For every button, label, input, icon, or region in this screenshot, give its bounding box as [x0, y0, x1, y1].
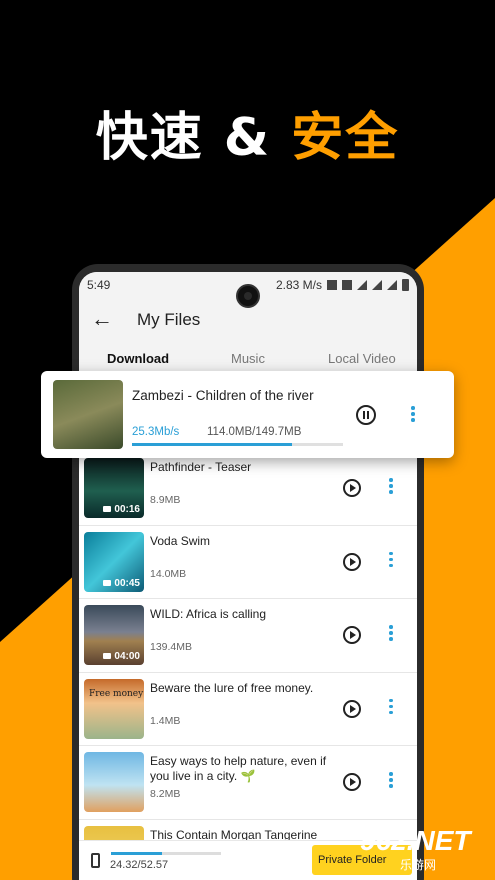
file-size: 8.9MB: [150, 494, 181, 506]
play-icon[interactable]: [343, 552, 361, 571]
video-thumbnail: [53, 380, 123, 449]
tab-download[interactable]: Download: [107, 351, 169, 366]
headline: 快速 & 安全: [0, 95, 495, 170]
active-download-card[interactable]: Zambezi - Children of the river 25.3Mb/s…: [41, 371, 454, 458]
signal-2-icon: [387, 280, 397, 290]
status-speed: 2.83 M/s: [275, 278, 322, 292]
thumbnail-text: Free money: [89, 688, 144, 699]
file-title: WILD: Africa is calling: [150, 607, 267, 621]
file-size: 8.2MB: [150, 788, 181, 800]
phone-storage-icon: [91, 853, 100, 868]
headline-orange-text: 安全: [291, 108, 400, 168]
status-time: 5:49: [87, 278, 111, 292]
tab-music[interactable]: Music: [231, 351, 265, 366]
wifi-icon: [357, 280, 367, 290]
file-size: 1.4MB: [150, 714, 181, 727]
file-list: 00:16 Pathfinder - Teaser 8.9MB 00:45 Vo…: [79, 452, 417, 880]
list-item[interactable]: 00:45 Voda Swim 14.0MB: [79, 526, 417, 599]
play-icon[interactable]: [343, 479, 361, 497]
duration-badge: 00:16: [103, 504, 140, 515]
duration-badge: 00:45: [103, 578, 140, 589]
more-vert-icon[interactable]: [409, 406, 417, 426]
nfc-icon: [327, 280, 337, 290]
file-title: Beware the lure of free money.: [150, 680, 314, 695]
more-vert-icon[interactable]: [387, 625, 395, 645]
more-vert-icon[interactable]: [387, 551, 395, 572]
play-icon[interactable]: [343, 773, 361, 791]
tab-bar: Download Music Local Video: [79, 342, 417, 374]
video-thumbnail: Free money: [84, 678, 144, 739]
storage-bar: [111, 852, 221, 855]
list-item[interactable]: Free money Beware the lure of free money…: [79, 673, 417, 746]
download-progress-bar: [132, 443, 343, 446]
tab-local-video[interactable]: Local Video: [328, 351, 396, 366]
download-title: Zambezi - Children of the river: [132, 388, 314, 403]
video-thumbnail: [84, 752, 144, 812]
file-title: Pathfinder - Teaser: [150, 460, 252, 474]
watermark: 962.NET 乐游网: [360, 826, 492, 880]
more-vert-icon[interactable]: [387, 478, 395, 498]
storage-text: 24.32/52.57: [110, 859, 169, 871]
list-item[interactable]: 04:00 WILD: Africa is calling 139.4MB: [79, 599, 417, 673]
mute-icon: [342, 280, 352, 290]
video-thumbnail: 00:16: [84, 458, 144, 518]
video-thumbnail: 00:45: [84, 531, 144, 592]
more-vert-icon[interactable]: [387, 772, 395, 792]
camera-icon: [236, 284, 260, 308]
play-icon[interactable]: [343, 699, 361, 718]
download-speed: 25.3Mb/s: [132, 426, 180, 438]
duration-badge: 04:00: [103, 651, 140, 662]
phone-screen: 5:49 2.83 M/s ← My Files Download Music …: [79, 272, 417, 880]
file-size: 139.4MB: [150, 641, 193, 653]
list-item[interactable]: 00:16 Pathfinder - Teaser 8.9MB: [79, 452, 417, 526]
signal-icon: [372, 280, 382, 290]
list-item[interactable]: Easy ways to help nature, even if you li…: [79, 746, 417, 820]
file-title: Easy ways to help nature, even if you li…: [150, 754, 327, 783]
page-title: My Files: [137, 310, 201, 329]
more-vert-icon[interactable]: [387, 698, 395, 719]
play-icon[interactable]: [343, 626, 361, 644]
watermark-top: 962.NET: [360, 825, 471, 856]
file-size: 14.0MB: [150, 567, 187, 580]
arrow-left-icon[interactable]: ←: [91, 308, 113, 330]
pause-icon[interactable]: [356, 405, 376, 425]
video-thumbnail: 04:00: [84, 605, 144, 665]
headline-white-text: 快速 &: [95, 108, 292, 168]
watermark-bottom: 乐游网: [400, 858, 437, 872]
file-title: Voda Swim: [150, 533, 211, 548]
battery-icon: [402, 279, 409, 291]
download-progress-text: 114.0MB/149.7MB: [207, 426, 302, 438]
